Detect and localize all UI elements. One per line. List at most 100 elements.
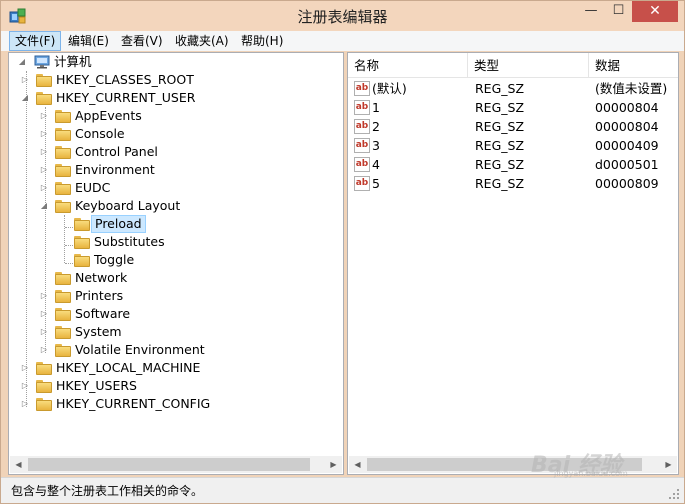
computer-icon [34,55,50,69]
folder-icon [36,379,52,393]
expand-icon[interactable]: ▷ [20,377,30,395]
string-value-icon: ab [354,100,370,115]
watermark-url: jingyan.baidu.com [554,469,628,478]
maximize-button[interactable]: ☐ [605,1,632,22]
tree-label: HKEY_USERS [56,378,137,393]
menu-edit[interactable]: 编辑(E) [63,31,114,51]
tree-item[interactable]: ▷ Printers [9,287,339,305]
value-row[interactable]: ab 4 REG_SZ d0000501 [348,155,678,174]
tree-item[interactable]: ◢ HKEY_CURRENT_USER [9,89,339,107]
menu-help[interactable]: 帮助(H) [236,31,288,51]
tree-item[interactable]: ▷ HKEY_LOCAL_MACHINE [9,359,339,377]
string-value-icon: ab [354,176,370,191]
registry-tree[interactable]: ◢ 计算机 ▷ HKEY_CLASSES_ROOT ◢ HKEY_CURRENT_US… [8,52,344,475]
tree-label: Preload [91,215,146,233]
expand-icon[interactable]: ▷ [39,341,49,359]
value-row[interactable]: ab 3 REG_SZ 00000409 [348,136,678,155]
string-value-icon: ab [354,81,370,96]
column-type[interactable]: 类型 [468,53,589,78]
scroll-right-icon[interactable]: ▶ [660,456,677,473]
menu-bar: 文件(F) 编辑(E) 查看(V) 收藏夹(A) 帮助(H) [1,31,684,51]
close-button[interactable]: ✕ [632,1,678,22]
tree-item[interactable]: ▷ HKEY_CURRENT_CONFIG [9,395,339,413]
scroll-thumb[interactable] [28,458,310,471]
value-name: 5 [372,176,380,191]
tree-item[interactable]: Preload [9,215,339,233]
expand-icon[interactable]: ▷ [39,107,49,125]
expand-icon[interactable]: ▷ [39,125,49,143]
value-row[interactable]: ab 2 REG_SZ 00000804 [348,117,678,136]
collapse-icon[interactable]: ◢ [17,53,27,71]
expand-icon [39,269,49,287]
title-bar[interactable]: 注册表编辑器 — ☐ ✕ [1,1,684,31]
folder-icon [55,289,71,303]
value-data: (数值未设置) [595,81,668,96]
values-list[interactable]: 名称 类型 数据 ab (默认) REG_SZ (数值未设置) ab 1 REG_SZ 000… [347,52,679,475]
column-data[interactable]: 数据 [589,53,678,78]
tree-label: Network [75,270,128,285]
expand-icon[interactable]: ▷ [20,71,30,89]
folder-icon [55,271,71,285]
tree-item[interactable]: ▷ HKEY_USERS [9,377,339,395]
regedit-window: 注册表编辑器 — ☐ ✕ 文件(F) 编辑(E) 查看(V) 收藏夹(A) 帮助… [0,0,685,504]
tree-item[interactable]: Network [9,269,339,287]
folder-icon [55,181,71,195]
tree-item[interactable]: ▷ System [9,323,339,341]
value-data: 00000809 [595,176,659,191]
expand-icon[interactable]: ▷ [39,305,49,323]
tree-label: HKEY_CURRENT_USER [56,90,196,105]
scroll-left-icon[interactable]: ◀ [349,456,366,473]
tree-item[interactable]: ▷ Environment [9,161,339,179]
expand-icon[interactable]: ▷ [39,161,49,179]
tree-item[interactable]: ▷ Software [9,305,339,323]
tree-label: Environment [75,162,155,177]
tree-item[interactable]: Substitutes [9,233,339,251]
scroll-left-icon[interactable]: ◀ [10,456,27,473]
menu-view[interactable]: 查看(V) [116,31,168,51]
collapse-icon[interactable]: ◢ [20,89,30,107]
value-row[interactable]: ab (默认) REG_SZ (数值未设置) [348,79,678,98]
tree-label: Control Panel [75,144,158,159]
tree-item[interactable]: ▷ AppEvents [9,107,339,125]
value-data: 00000804 [595,119,659,134]
list-header: 名称 类型 数据 [348,53,678,78]
expand-icon[interactable]: ▷ [39,143,49,161]
tree-label: HKEY_LOCAL_MACHINE [56,360,201,375]
value-row[interactable]: ab 5 REG_SZ 00000809 [348,174,678,193]
expand-icon[interactable]: ▷ [39,179,49,197]
value-type: REG_SZ [475,81,525,96]
minimize-button[interactable]: — [577,1,605,22]
tree-item[interactable]: ▷ Control Panel [9,143,339,161]
tree-label: Console [75,126,125,141]
tree-item[interactable]: ◢ Keyboard Layout [9,197,339,215]
tree-item[interactable]: ▷ HKEY_CLASSES_ROOT [9,71,339,89]
column-name[interactable]: 名称 [348,53,468,78]
folder-icon [55,325,71,339]
expand-icon[interactable]: ▷ [39,323,49,341]
value-row[interactable]: ab 1 REG_SZ 00000804 [348,98,678,117]
folder-icon [74,217,90,231]
status-text: 包含与整个注册表工作相关的命令。 [11,484,204,498]
string-value-icon: ab [354,119,370,134]
collapse-icon[interactable]: ◢ [39,197,49,215]
expand-icon[interactable]: ▷ [39,287,49,305]
expand-icon[interactable]: ▷ [20,395,30,413]
status-bar: 包含与整个注册表工作相关的命令。 [1,477,684,503]
tree-label: Keyboard Layout [75,198,181,213]
value-name: 1 [372,100,380,115]
folder-icon [74,235,90,249]
scroll-right-icon[interactable]: ▶ [325,456,342,473]
expand-icon[interactable]: ▷ [20,359,30,377]
tree-hscrollbar[interactable]: ◀ ▶ [10,456,342,473]
value-data: 00000409 [595,138,659,153]
tree-item[interactable]: ▷ EUDC [9,179,339,197]
tree-item[interactable]: Toggle [9,251,339,269]
menu-file[interactable]: 文件(F) [9,31,62,51]
tree-item[interactable]: ▷ Volatile Environment [9,341,339,359]
string-value-icon: ab [354,157,370,172]
tree-item[interactable]: ▷ Console [9,125,339,143]
menu-favorites[interactable]: 收藏夹(A) [170,31,234,51]
tree-item-computer[interactable]: ◢ 计算机 [9,53,339,71]
resize-grip-icon[interactable] [668,488,680,500]
folder-icon [74,253,90,267]
